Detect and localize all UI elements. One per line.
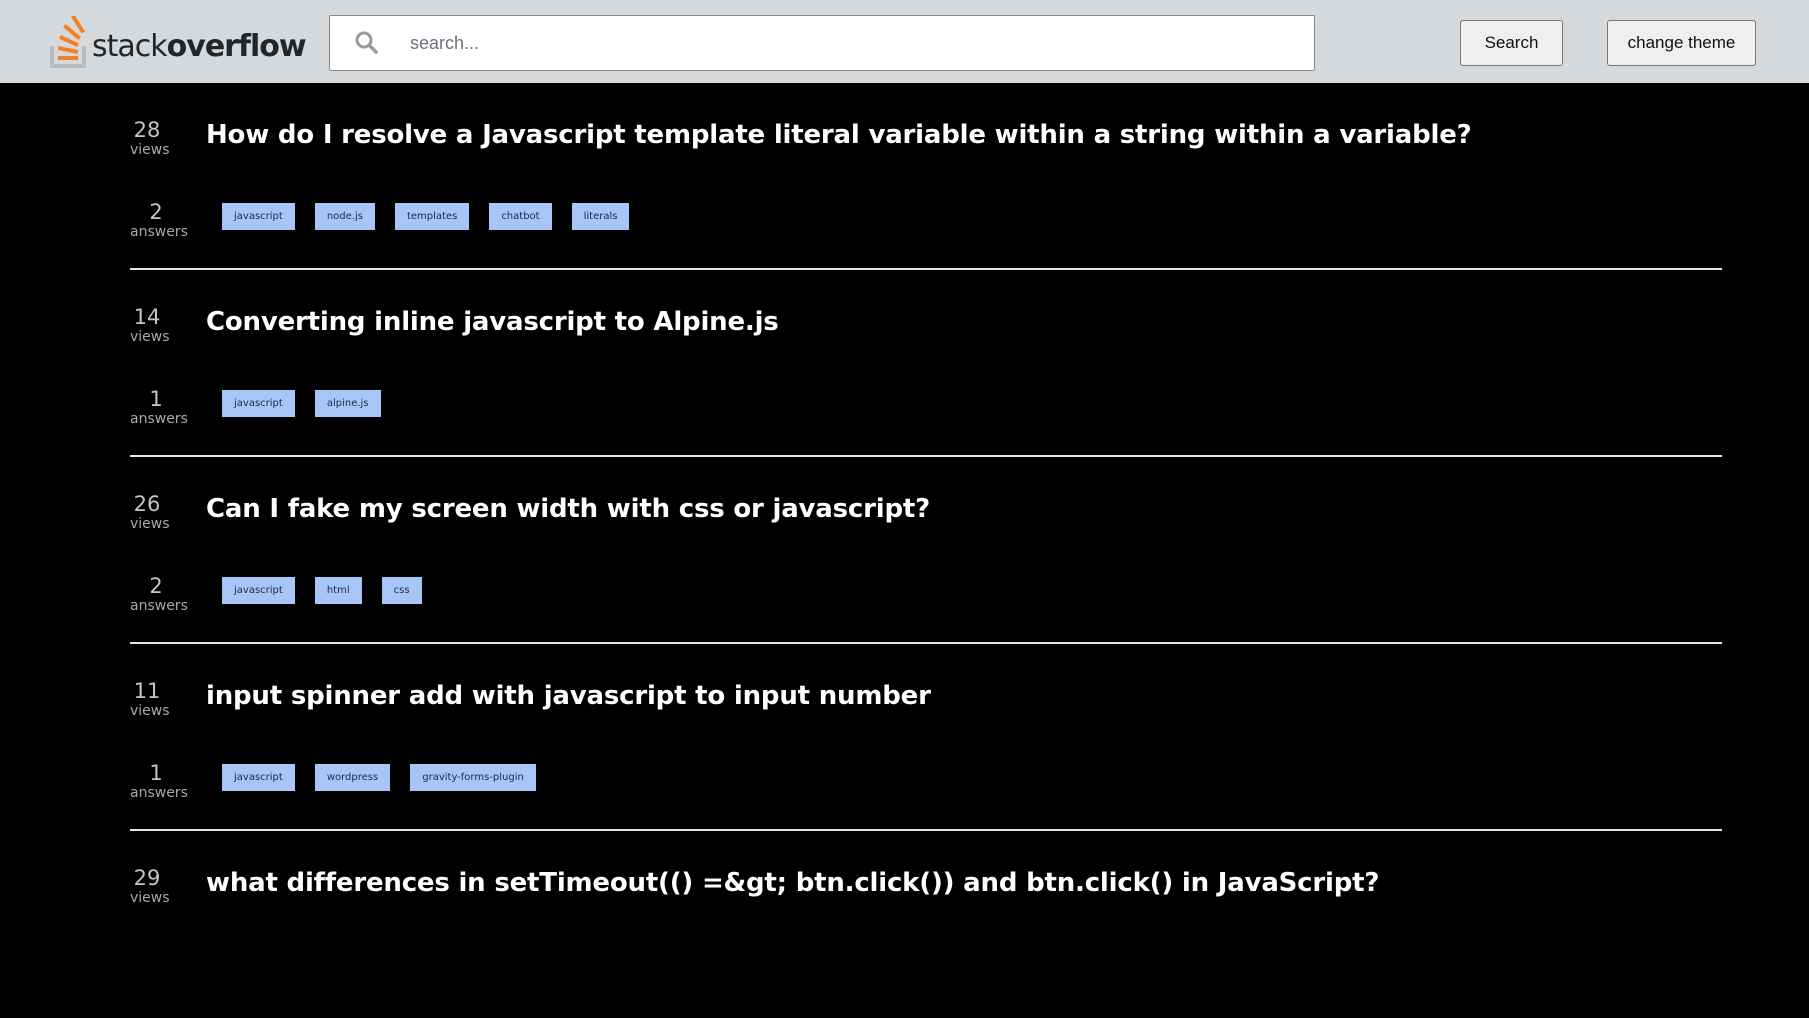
tag-list: javascript wordpress gravity-forms-plugi…	[222, 764, 536, 791]
search-input[interactable]	[410, 16, 1290, 70]
answers-label: answers	[130, 598, 188, 614]
tag[interactable]: chatbot	[489, 203, 552, 230]
logo-wordmark: stackoverflow	[92, 29, 307, 64]
question-item: 11 views input spinner add with javascri…	[130, 644, 1722, 831]
tag[interactable]: javascript	[222, 764, 295, 791]
question-title[interactable]: input spinner add with javascript to inp…	[206, 681, 931, 711]
search-icon	[355, 31, 378, 54]
tag[interactable]: javascript	[222, 203, 295, 230]
question-item: 14 views Converting inline javascript to…	[130, 270, 1722, 457]
answers-number: 1	[149, 387, 163, 411]
search-button[interactable]: Search	[1460, 20, 1563, 66]
tag-list: javascript html css	[222, 577, 422, 604]
answers-count: 2 answers	[130, 200, 188, 241]
views-label: views	[130, 703, 170, 719]
views-count: 26 views	[130, 492, 170, 533]
question-item: 28 views How do I resolve a Javascript t…	[130, 83, 1722, 270]
tag[interactable]: css	[381, 577, 422, 604]
question-title[interactable]: How do I resolve a Javascript template l…	[206, 120, 1472, 150]
views-number: 14	[133, 305, 161, 329]
tag-list: javascript node.js templates chatbot lit…	[222, 203, 630, 230]
views-label: views	[130, 142, 170, 158]
search-bar	[329, 15, 1315, 71]
views-label: views	[130, 516, 170, 532]
answers-number: 2	[149, 574, 163, 598]
tag[interactable]: alpine.js	[314, 390, 381, 417]
answers-number: 2	[149, 200, 163, 224]
stackoverflow-logo[interactable]: stackoverflow	[48, 14, 308, 70]
tag[interactable]: html	[314, 577, 362, 604]
answers-number: 1	[149, 761, 163, 785]
answers-label: answers	[130, 224, 188, 240]
views-count: 28 views	[130, 118, 170, 159]
answers-label: answers	[130, 411, 188, 427]
top-bar: stackoverflow Search change theme	[0, 0, 1809, 83]
tag[interactable]: javascript	[222, 390, 295, 417]
stackoverflow-logo-icon	[50, 16, 86, 68]
change-theme-button[interactable]: change theme	[1607, 20, 1756, 66]
question-title[interactable]: what differences in setTimeout(() =&gt; …	[206, 868, 1379, 898]
views-number: 28	[133, 118, 161, 142]
question-item: 29 views what differences in setTimeout(…	[130, 831, 1722, 1018]
views-number: 29	[133, 866, 161, 890]
views-number: 11	[133, 679, 161, 703]
question-title[interactable]: Converting inline javascript to Alpine.j…	[206, 307, 779, 337]
tag[interactable]: templates	[394, 203, 470, 230]
tag[interactable]: javascript	[222, 577, 295, 604]
question-list: 28 views How do I resolve a Javascript t…	[130, 83, 1722, 1018]
tag[interactable]: literals	[571, 203, 630, 230]
logo-text-bold: overflow	[166, 29, 307, 64]
logo-text-light: stack	[92, 29, 168, 64]
question-item: 26 views Can I fake my screen width with…	[130, 457, 1722, 644]
tag-list: javascript alpine.js	[222, 390, 381, 417]
answers-label: answers	[130, 785, 188, 801]
tag[interactable]: node.js	[314, 203, 375, 230]
views-count: 29 views	[130, 866, 170, 907]
views-number: 26	[133, 492, 161, 516]
views-count: 14 views	[130, 305, 170, 346]
views-label: views	[130, 329, 170, 345]
views-count: 11 views	[130, 679, 170, 720]
answers-count: 1 answers	[130, 761, 188, 802]
answers-count: 2 answers	[130, 574, 188, 615]
tag[interactable]: gravity-forms-plugin	[410, 764, 536, 791]
question-title[interactable]: Can I fake my screen width with css or j…	[206, 494, 930, 524]
tag[interactable]: wordpress	[314, 764, 391, 791]
views-label: views	[130, 890, 170, 906]
answers-count: 1 answers	[130, 387, 188, 428]
